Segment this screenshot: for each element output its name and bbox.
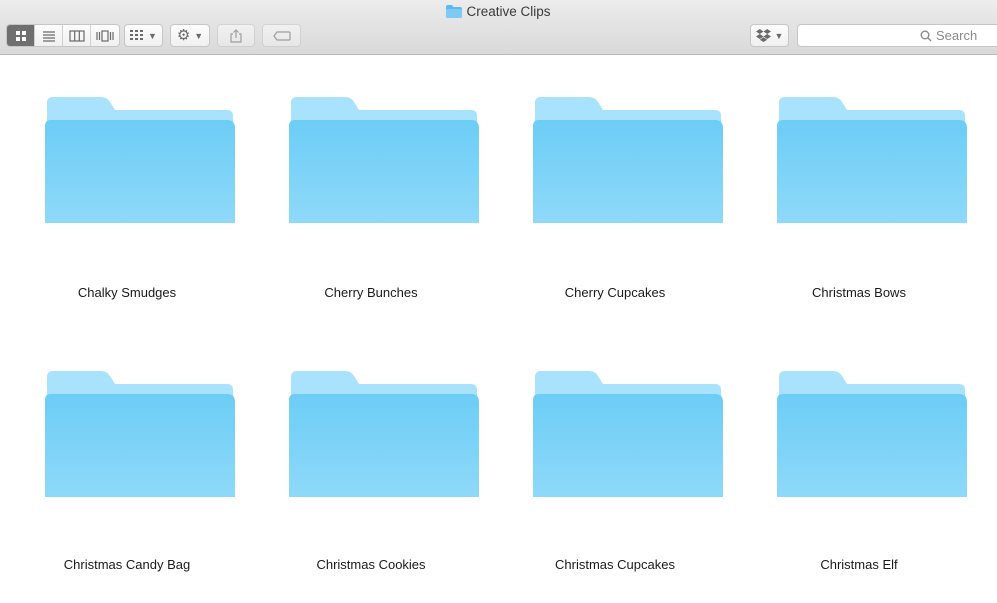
cover-flow-icon (96, 29, 114, 42)
cover-flow-button[interactable] (91, 25, 119, 46)
action-button[interactable]: ⚙ ▼ (170, 24, 210, 47)
search-field[interactable]: Search (797, 24, 997, 47)
chevron-down-icon: ▼ (194, 30, 204, 41)
icon-view-button[interactable] (7, 25, 35, 46)
gear-icon: ⚙ (176, 27, 191, 44)
view-mode-segmented-control (6, 24, 120, 47)
dropbox-icon (755, 29, 771, 42)
folder-icon (446, 5, 463, 18)
window-title-text: Creative Clips (466, 4, 551, 19)
folder-label: Christmas Cookies (316, 557, 426, 572)
share-icon (230, 28, 242, 43)
folder-label: Chalky Smudges (77, 285, 177, 300)
folder-icon (283, 63, 483, 223)
dropbox-button[interactable]: ▼ (750, 24, 789, 47)
folder-icon (771, 337, 971, 497)
folder-icon (771, 63, 971, 223)
folder-label: Christmas Elf (820, 557, 898, 572)
folder-label: Christmas Candy Bag (63, 557, 191, 572)
search-icon (920, 30, 932, 41)
folder-label: Christmas Bows (812, 285, 906, 300)
folder-icon (527, 337, 727, 497)
search-placeholder: Search (936, 28, 978, 43)
list-view-button[interactable] (35, 25, 63, 46)
folder-icon (39, 337, 239, 497)
folder-label: Cherry Cupcakes (564, 285, 666, 300)
column-view-button[interactable] (63, 25, 91, 46)
folder-icon (527, 63, 727, 223)
list-view-icon (42, 30, 55, 42)
column-view-icon (68, 29, 85, 42)
folder-icon (283, 337, 483, 497)
folder-label: Cherry Bunches (324, 285, 418, 300)
chevron-down-icon: ▼ (148, 30, 157, 41)
folder-label: Christmas Cupcakes (555, 557, 675, 572)
folder-grid: Chalky Smudges Cherry Bunches Cherry Cup… (0, 55, 997, 603)
chevron-down-icon: ▼ (774, 30, 784, 41)
arrange-grid-icon (130, 30, 144, 40)
tags-button[interactable] (262, 24, 301, 47)
toolbar: Creative Clips ▼ ⚙ ▼ ▼ Search (0, 0, 997, 55)
share-button[interactable] (217, 24, 255, 47)
window-title: Creative Clips (0, 3, 997, 21)
search-placeholder-group: Search (920, 28, 977, 43)
tag-icon (272, 30, 291, 41)
arrange-button[interactable]: ▼ (124, 24, 163, 47)
folder-icon (39, 63, 239, 223)
icon-view-icon (15, 30, 26, 41)
